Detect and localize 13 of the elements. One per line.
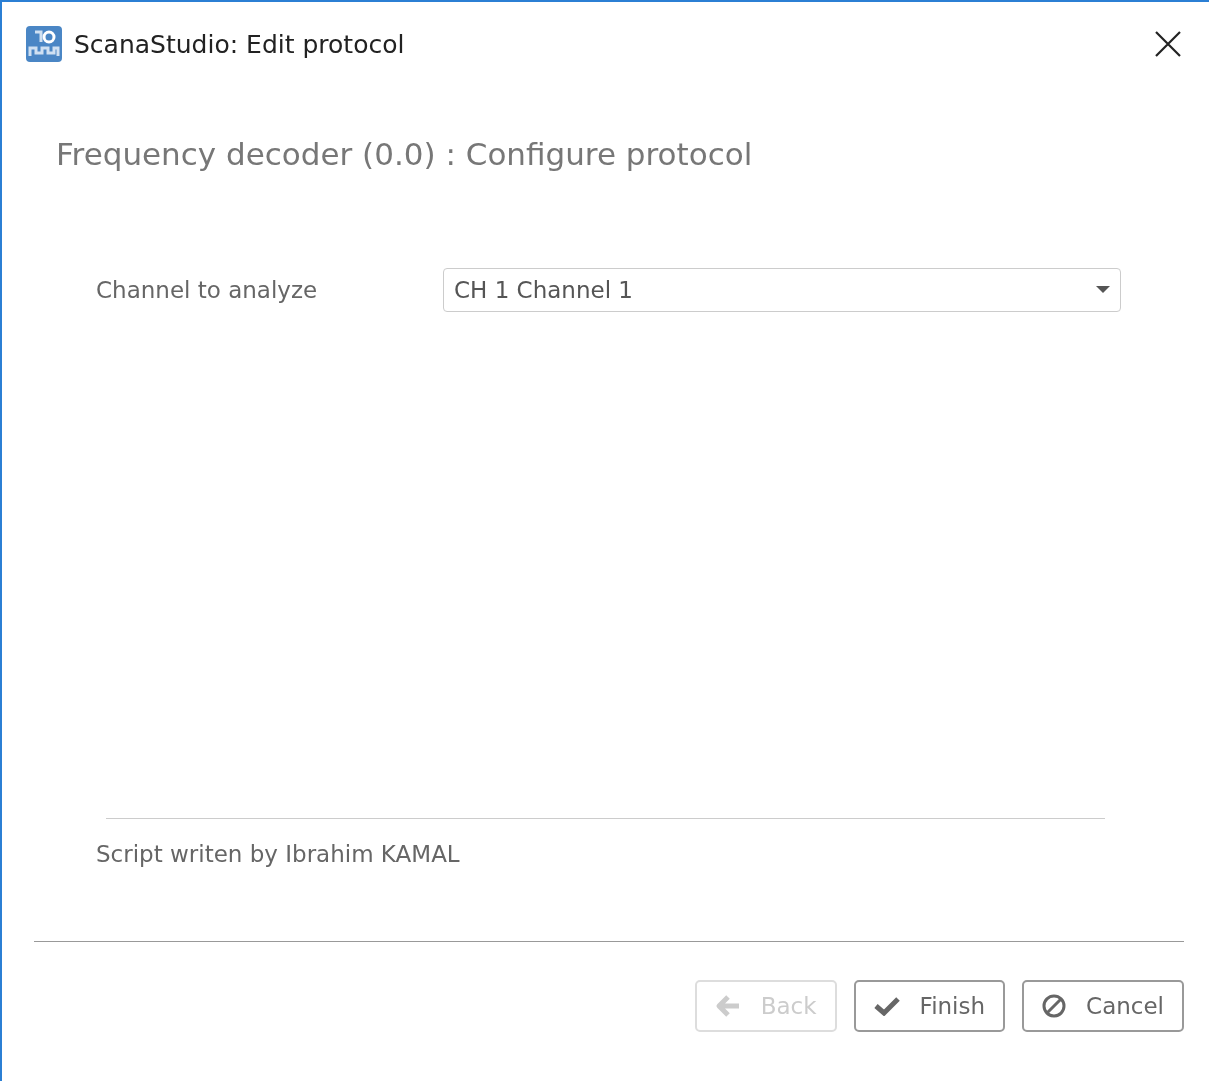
close-icon [1155,31,1181,57]
channel-dropdown[interactable]: CH 1 Channel 1 [443,268,1121,312]
page-heading: Frequency decoder (0.0) : Configure protocol [55,135,754,174]
field-label: Channel to analyze [96,277,319,303]
window-title: ScanaStudio: Edit protocol [74,29,406,59]
cancel-button[interactable]: Cancel [1022,980,1184,1032]
app-icon [26,26,62,62]
cancel-icon [1042,994,1067,1018]
dropdown-caret-icon [1096,286,1110,294]
arrow-left-icon [714,994,741,1018]
author-credit: Script writen by Ibrahim KAMAL [95,840,461,869]
checkmark-icon [873,996,900,1016]
finish-button[interactable]: Finish [853,980,1006,1032]
